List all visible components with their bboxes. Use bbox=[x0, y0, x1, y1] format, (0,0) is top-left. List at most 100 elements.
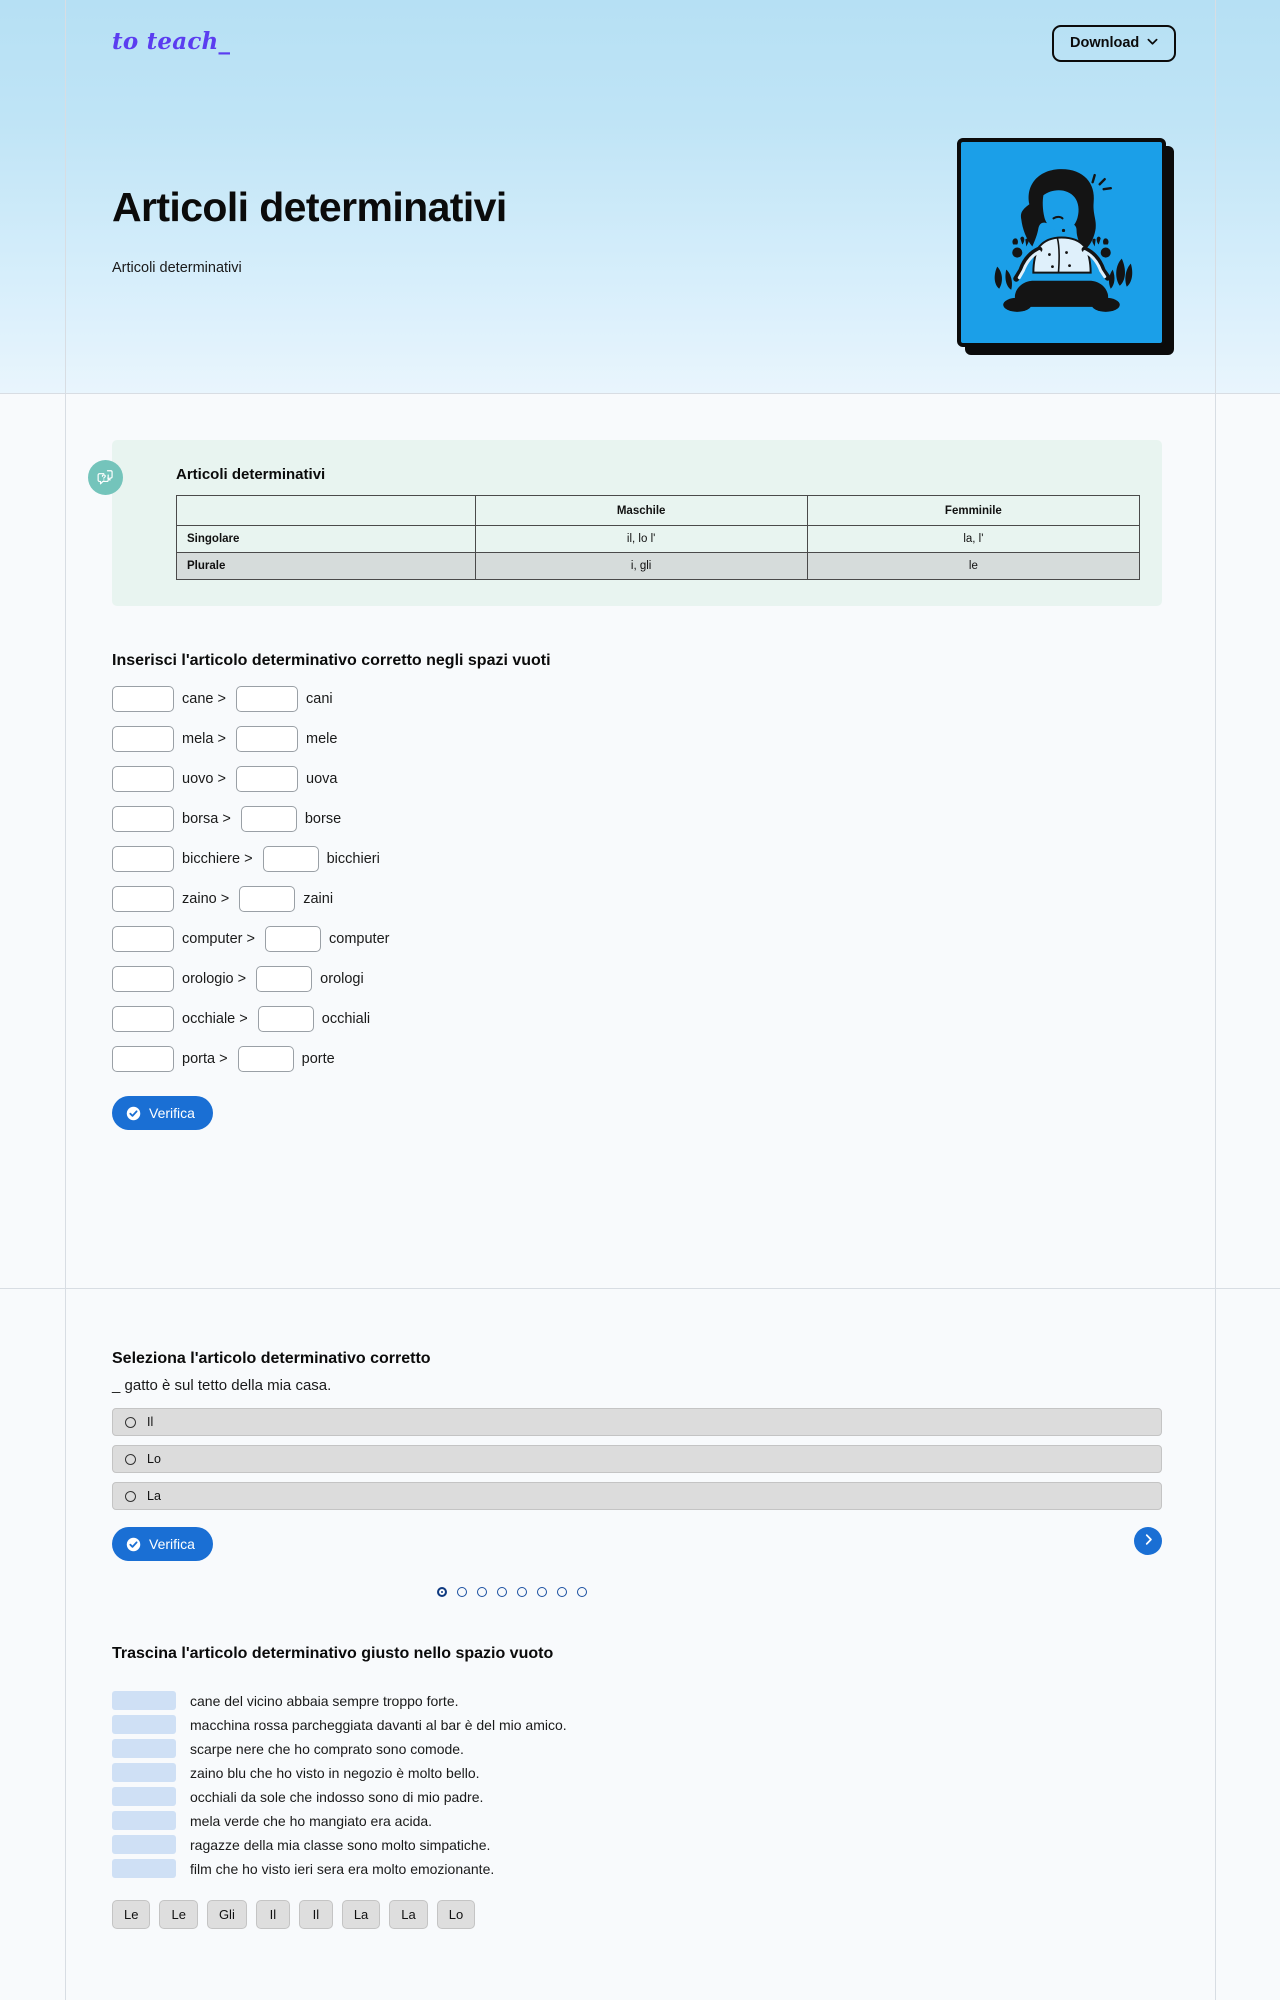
article-input-plural[interactable] bbox=[235, 726, 298, 752]
brand-logo[interactable]: to teach_ bbox=[112, 28, 230, 55]
drag-drop-row: cane del vicino abbaia sempre troppo for… bbox=[112, 1691, 1162, 1710]
download-button[interactable]: Download bbox=[1052, 25, 1177, 62]
sentence-text: ragazze della mia classe sono molto simp… bbox=[190, 1836, 491, 1853]
draggable-chip[interactable]: Il bbox=[298, 1900, 333, 1929]
article-input-singular[interactable] bbox=[112, 806, 174, 832]
noun-singular-label: porta > bbox=[178, 1051, 232, 1067]
sentence-text: mela verde che ho mangiato era acida. bbox=[190, 1812, 433, 1829]
article-input-plural[interactable] bbox=[237, 1046, 294, 1072]
pagination-dot[interactable] bbox=[537, 1587, 547, 1597]
article-input-plural[interactable] bbox=[256, 966, 313, 992]
sentence-text: cane del vicino abbaia sempre troppo for… bbox=[190, 1692, 459, 1709]
draggable-chip[interactable]: Gli bbox=[206, 1900, 247, 1929]
drop-slot[interactable] bbox=[112, 1787, 176, 1806]
exercise-choice-title: Seleziona l'articolo determinativo corre… bbox=[112, 1350, 431, 1367]
article-input-plural[interactable] bbox=[257, 1006, 314, 1032]
page-guide-left bbox=[65, 0, 66, 2000]
exercise-drag-title: Trascina l'articolo determinativo giusto… bbox=[112, 1645, 554, 1662]
noun-singular-label: mela > bbox=[178, 731, 230, 747]
top-bar: to teach_ Download bbox=[0, 0, 1280, 88]
article-input-singular[interactable] bbox=[112, 846, 174, 872]
draggable-chip[interactable]: La bbox=[389, 1900, 428, 1929]
noun-plural-label: cani bbox=[302, 691, 333, 707]
exercise-drag-drop: Trascina l'articolo determinativo giusto… bbox=[112, 1645, 1162, 1929]
page-guide-right bbox=[1215, 0, 1216, 2000]
radio-button-icon[interactable] bbox=[125, 1490, 136, 1502]
noun-plural-label: mele bbox=[301, 731, 338, 747]
verify-button-choice-label: Verifica bbox=[149, 1536, 195, 1552]
drop-slot[interactable] bbox=[112, 1763, 176, 1782]
radio-button-icon[interactable] bbox=[125, 1416, 136, 1428]
sentence-text: occhiali da sole che indosso sono di mio… bbox=[190, 1788, 484, 1805]
fill-in-rows: cane > cani mela > mele uovo > uova bors… bbox=[112, 686, 1162, 1072]
drop-slot[interactable] bbox=[112, 1859, 176, 1878]
table-col-femminile: Femminile bbox=[806, 495, 1141, 526]
verify-button-fill-label: Verifica bbox=[149, 1105, 195, 1121]
drop-slot[interactable] bbox=[112, 1811, 176, 1830]
table-cell: la, l' bbox=[806, 525, 1141, 553]
drop-slot[interactable] bbox=[112, 1691, 176, 1710]
fill-in-row: uovo > uova bbox=[112, 766, 1162, 792]
next-question-button[interactable] bbox=[1134, 1527, 1162, 1555]
pagination-dot[interactable] bbox=[557, 1587, 567, 1597]
draggable-chip[interactable]: Le bbox=[159, 1900, 198, 1929]
article-input-singular[interactable] bbox=[112, 1046, 174, 1072]
sentence-text: scarpe nere che ho comprato sono comode. bbox=[190, 1740, 464, 1757]
article-input-singular[interactable] bbox=[112, 886, 174, 912]
choice-option-label: Il bbox=[147, 1415, 154, 1429]
fill-in-row: occhiale > occhiali bbox=[112, 1006, 1162, 1032]
article-input-singular[interactable] bbox=[112, 966, 174, 992]
drop-slot[interactable] bbox=[112, 1715, 176, 1734]
table-row: Singolare il, lo l' la, l' bbox=[176, 525, 1141, 553]
choice-option-label: Lo bbox=[147, 1452, 161, 1466]
verify-button-choice[interactable]: Verifica bbox=[112, 1527, 213, 1561]
pagination-dot[interactable] bbox=[497, 1587, 507, 1597]
choice-option[interactable]: Il bbox=[112, 1408, 1162, 1436]
page-subtitle: Articoli determinativi bbox=[112, 260, 242, 276]
page-title: Articoli determinativi bbox=[112, 184, 507, 230]
verify-button-fill[interactable]: Verifica bbox=[112, 1096, 213, 1130]
noun-plural-label: borse bbox=[300, 811, 342, 827]
fill-in-row: cane > cani bbox=[112, 686, 1162, 712]
draggable-chip[interactable]: Il bbox=[255, 1900, 290, 1929]
table-cell: le bbox=[806, 552, 1141, 580]
drag-drop-row: scarpe nere che ho comprato sono comode. bbox=[112, 1739, 1162, 1758]
fill-in-row: borsa > borse bbox=[112, 806, 1162, 832]
noun-singular-label: bicchiere > bbox=[178, 851, 257, 867]
article-input-singular[interactable] bbox=[112, 1006, 174, 1032]
draggable-chip[interactable]: La bbox=[341, 1900, 381, 1929]
table-cell: i, gli bbox=[474, 552, 808, 580]
draggable-chip[interactable]: Le bbox=[112, 1900, 151, 1929]
article-input-plural[interactable] bbox=[239, 886, 296, 912]
noun-plural-label: porte bbox=[297, 1051, 335, 1067]
pagination-dots bbox=[437, 1587, 1162, 1597]
table-row-label: Singolare bbox=[176, 525, 476, 553]
article-input-singular[interactable] bbox=[112, 766, 174, 792]
pagination-dot[interactable] bbox=[517, 1587, 527, 1597]
article-input-plural[interactable] bbox=[236, 766, 298, 792]
article-input-plural[interactable] bbox=[236, 686, 298, 712]
article-input-singular[interactable] bbox=[112, 926, 174, 952]
worksheet-page: to teach_ Download Articoli determinativ… bbox=[0, 0, 1280, 2000]
pagination-dot[interactable] bbox=[577, 1587, 587, 1597]
noun-plural-label: occhiali bbox=[317, 1011, 371, 1027]
exercise-fill-title: Inserisci l'articolo determinativo corre… bbox=[112, 652, 551, 669]
radio-button-icon[interactable] bbox=[125, 1453, 136, 1465]
article-input-plural[interactable] bbox=[265, 926, 321, 952]
pagination-dot[interactable] bbox=[457, 1587, 467, 1597]
article-input-plural[interactable] bbox=[262, 846, 319, 872]
exercise-multiple-choice: Seleziona l'articolo determinativo corre… bbox=[112, 1350, 1162, 1597]
choice-option[interactable]: La bbox=[112, 1482, 1162, 1510]
article-input-plural[interactable] bbox=[240, 806, 297, 832]
pagination-dot[interactable] bbox=[477, 1587, 487, 1597]
article-input-singular[interactable] bbox=[112, 686, 174, 712]
pagination-dot[interactable] bbox=[437, 1587, 447, 1597]
choice-option[interactable]: Lo bbox=[112, 1445, 1162, 1473]
page-guide-header-bottom bbox=[0, 393, 1280, 394]
article-input-singular[interactable] bbox=[112, 726, 174, 752]
draggable-chip[interactable]: Lo bbox=[436, 1900, 476, 1929]
drop-slot[interactable] bbox=[112, 1835, 176, 1854]
drop-slot[interactable] bbox=[112, 1739, 176, 1758]
noun-singular-label: cane > bbox=[178, 691, 230, 707]
noun-plural-label: bicchieri bbox=[322, 851, 380, 867]
